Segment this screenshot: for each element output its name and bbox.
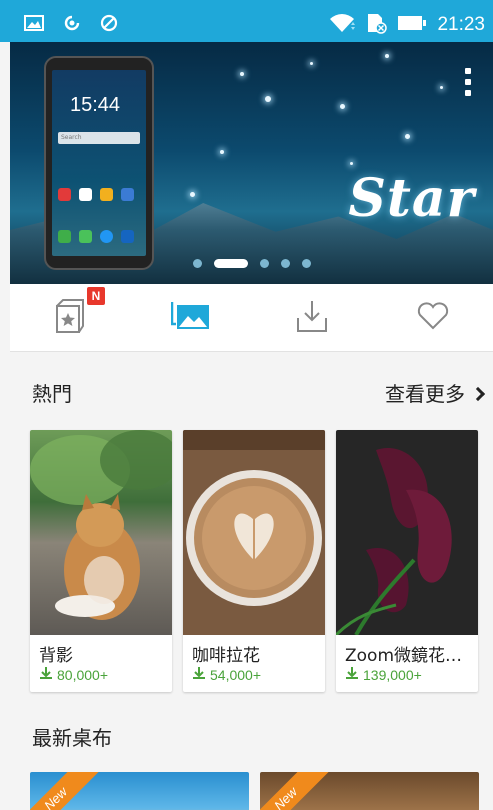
block-icon <box>100 14 118 36</box>
app-icon <box>100 188 113 201</box>
sdcard-icon <box>365 12 388 38</box>
tab-wallpapers[interactable] <box>131 284 252 351</box>
tab-themes[interactable]: N <box>10 284 131 351</box>
popular-wallpaper-list: 背影 80,000+ 咖啡拉花 54,000+ Zoom微鏡花… 139,000… <box>30 430 490 692</box>
phone-search-bar: Search <box>58 132 140 144</box>
wifi-icon <box>329 13 356 37</box>
section-title-latest: 最新桌布 <box>32 726 112 750</box>
app-icon <box>121 188 134 201</box>
pager-dot[interactable] <box>301 259 311 268</box>
download-count: 54,000+ <box>192 666 261 683</box>
download-count: 80,000+ <box>39 666 108 683</box>
status-time: 21:23 <box>437 14 485 35</box>
theme-store-icon <box>53 296 87 340</box>
download-count: 139,000+ <box>345 666 422 683</box>
wallpaper-thumbnail <box>336 430 478 635</box>
messages-dock-icon <box>79 230 92 243</box>
tab-downloads[interactable] <box>252 284 373 351</box>
featured-banner[interactable]: 15:44 Search Star <box>10 42 493 284</box>
pager-dot[interactable] <box>192 259 202 268</box>
wallpaper-card[interactable]: Zoom微鏡花… 139,000+ <box>336 430 478 692</box>
more-options-icon[interactable] <box>465 68 471 96</box>
star-sparkle <box>385 54 389 58</box>
wallpaper-name: Zoom微鏡花… <box>345 646 463 666</box>
pager-dot[interactable] <box>259 259 269 268</box>
download-count-value: 80,000+ <box>57 666 108 683</box>
pager-dot-active[interactable] <box>213 259 248 268</box>
download-count-value: 54,000+ <box>210 666 261 683</box>
chevron-right-icon <box>470 386 486 401</box>
download-icon <box>39 666 53 683</box>
download-icon <box>192 666 206 683</box>
download-icon <box>345 666 359 683</box>
wallpaper-name: 咖啡拉花 <box>192 646 260 666</box>
phone-dock-icon <box>58 230 71 243</box>
tab-favorites[interactable] <box>372 284 493 351</box>
see-more-button[interactable]: 查看更多 <box>385 378 486 407</box>
popular-section-header: 熱門 查看更多 <box>10 370 493 410</box>
new-badge: N <box>87 287 105 305</box>
star-sparkle <box>350 162 353 165</box>
banner-title: Star <box>348 168 475 229</box>
star-sparkle <box>405 134 410 139</box>
latest-wallpaper-list: New New <box>30 772 490 810</box>
star-sparkle <box>265 96 271 102</box>
star-sparkle <box>440 86 443 89</box>
phone-clock: 15:44 <box>70 94 121 116</box>
battery-icon <box>397 15 427 35</box>
browser-dock-icon <box>100 230 113 243</box>
pager-dot[interactable] <box>280 259 290 268</box>
favorite-heart-icon <box>416 301 450 335</box>
wallpaper-card[interactable]: New <box>260 772 479 810</box>
star-sparkle <box>220 150 224 154</box>
latest-section-header: 最新桌布 <box>10 714 493 754</box>
wallpaper-card[interactable]: 咖啡拉花 54,000+ <box>183 430 325 692</box>
wallpaper-card[interactable]: New <box>30 772 249 810</box>
category-tabs: N <box>10 284 493 352</box>
new-ribbon: New <box>30 772 100 810</box>
wallpaper-thumbnail <box>30 430 172 635</box>
status-bar: 21:23 <box>0 0 493 42</box>
star-sparkle <box>340 104 345 109</box>
star-sparkle <box>240 72 244 76</box>
sync-icon <box>62 14 82 36</box>
wallpaper-name: 背影 <box>39 646 73 666</box>
new-ribbon: New <box>260 772 330 810</box>
wallpaper-thumbnail <box>183 430 325 635</box>
download-count-value: 139,000+ <box>363 666 422 683</box>
wallpaper-card[interactable]: 背影 80,000+ <box>30 430 172 692</box>
star-sparkle <box>190 192 195 197</box>
phone-mockup: 15:44 Search <box>44 56 154 270</box>
section-title-popular: 熱門 <box>32 382 72 406</box>
banner-pager <box>10 259 493 268</box>
main-content: 熱門 查看更多 背影 80,000+ 咖啡拉花 54,000+ Zoom微鏡花…… <box>10 352 493 810</box>
phone-screen: 15:44 Search <box>52 70 146 256</box>
see-more-label: 查看更多 <box>385 382 465 406</box>
camera-dock-icon <box>121 230 134 243</box>
download-icon <box>295 298 329 338</box>
app-icon <box>58 188 71 201</box>
app-icon <box>79 188 92 201</box>
wallpaper-icon <box>170 299 211 337</box>
image-icon <box>24 15 44 35</box>
star-sparkle <box>310 62 313 65</box>
